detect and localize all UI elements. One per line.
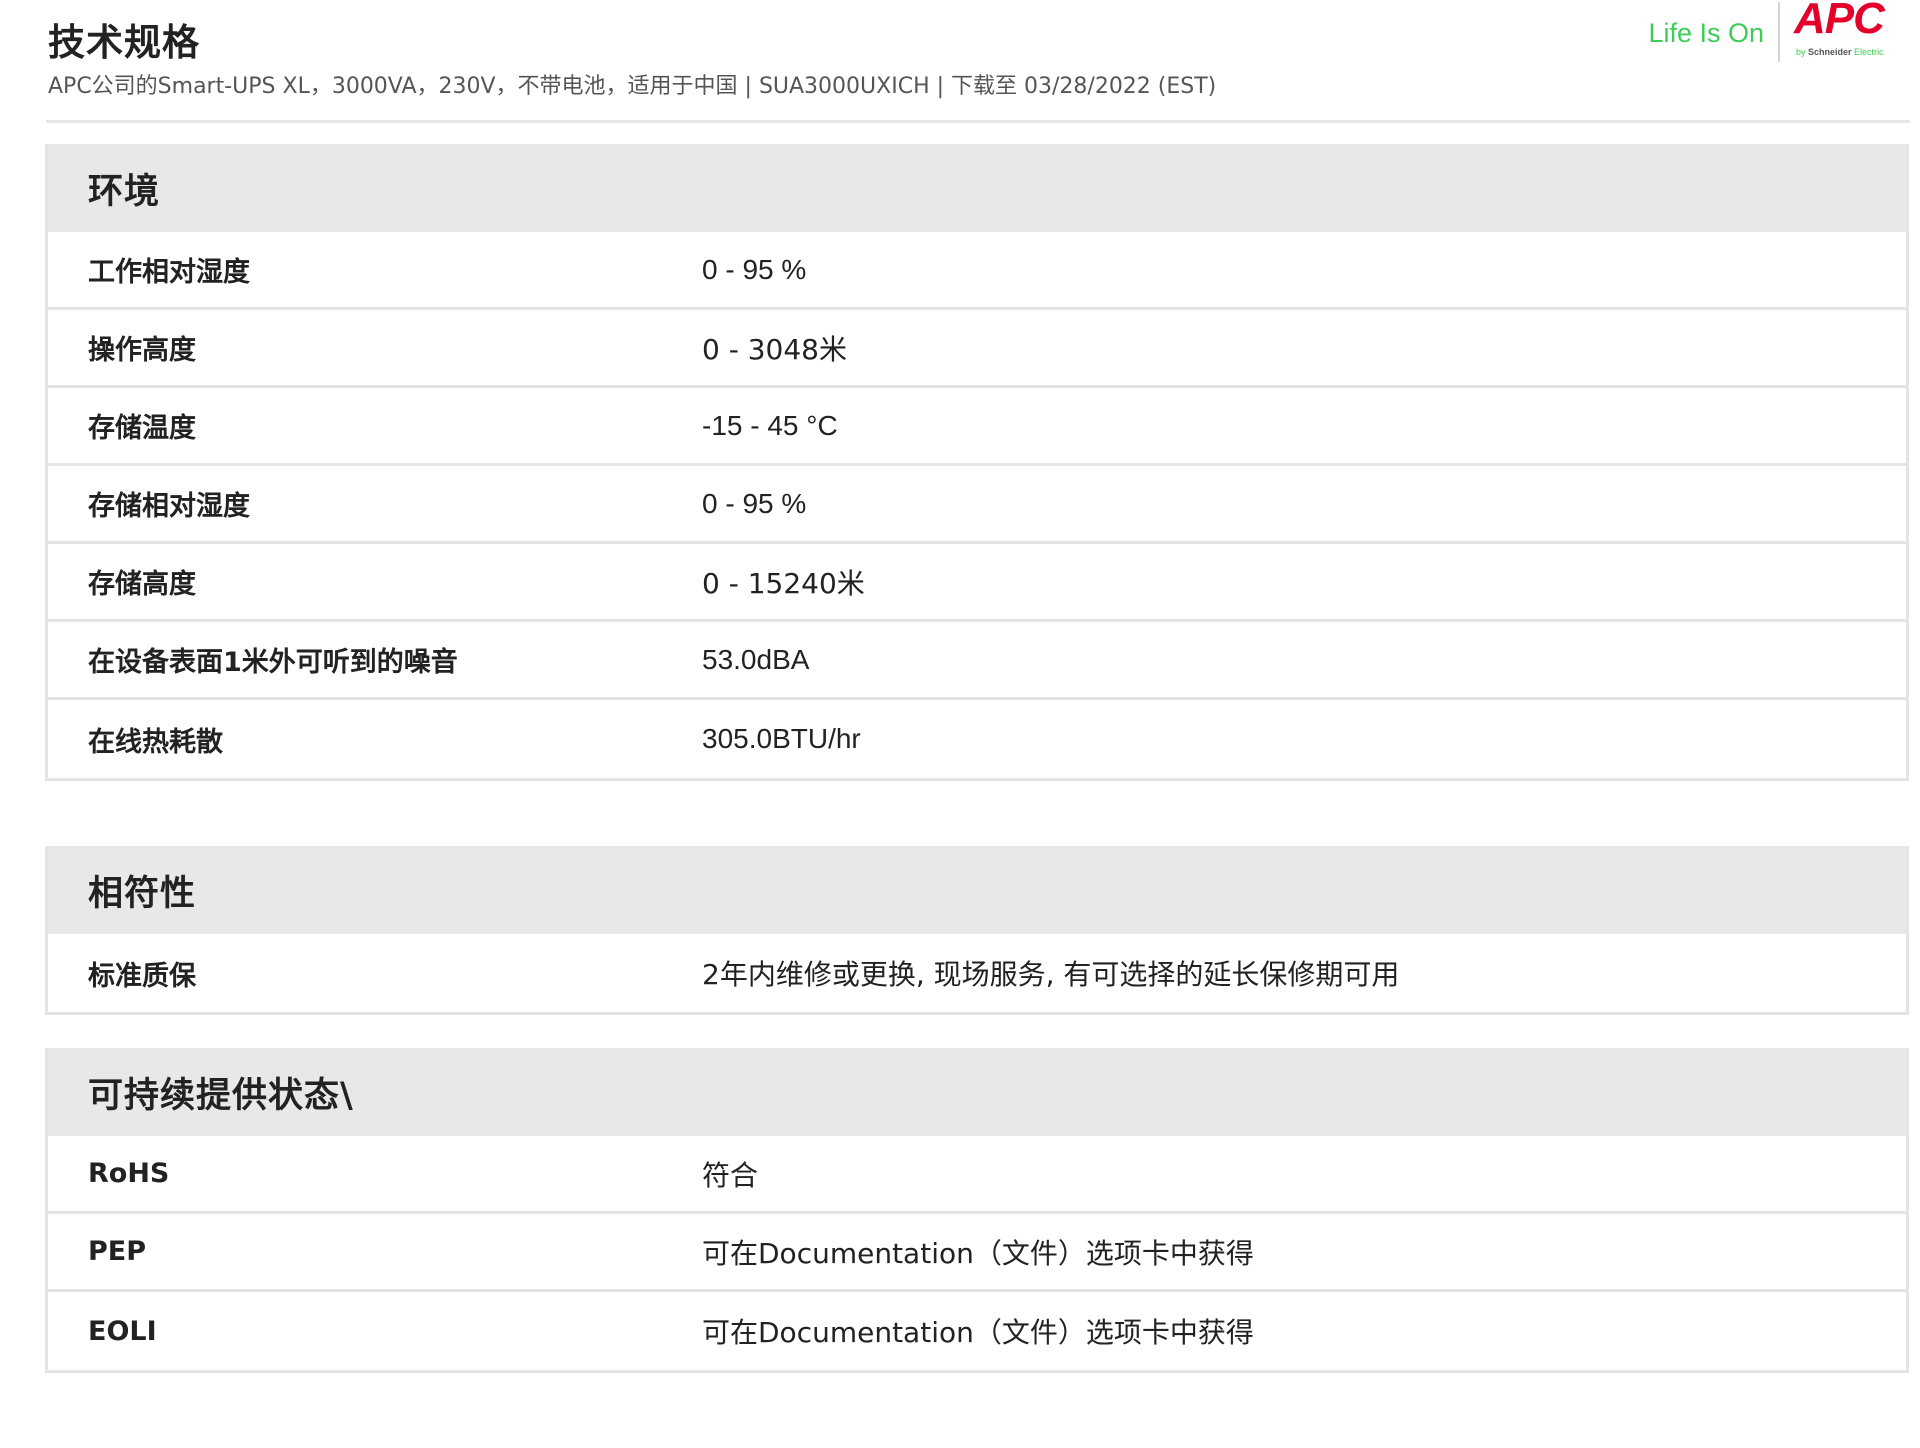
spec-label: 工作相对湿度 [88, 257, 250, 288]
spec-value: 0 - 95 % [702, 487, 807, 519]
spec-value: 可在Documentation（文件）选项卡中获得 [702, 1236, 1254, 1270]
table-row: RoHS 符合 [48, 1136, 1906, 1214]
table-row: 存储相对湿度 0 - 95 % [48, 466, 1906, 544]
spec-label: 标准质保 [88, 960, 196, 992]
spec-label: 存储相对湿度 [88, 491, 250, 522]
document-header: 技术规格 APC公司的Smart-UPS XL，3000VA，230V，不带电池… [46, 0, 1910, 123]
table-row: 标准质保 2年内维修或更换, 现场服务, 有可选择的延长保修期可用 [48, 934, 1906, 1012]
spec-value: 0 - 95 % [702, 253, 807, 285]
table-row: 存储温度 -15 - 45 °C [48, 388, 1906, 466]
spec-sheet-page: 技术规格 APC公司的Smart-UPS XL，3000VA，230V，不带电池… [0, 0, 1920, 1448]
brand-tagline: Life Is On [1648, 18, 1764, 48]
logo-sub-prefix: by [1796, 47, 1809, 57]
brand-divider [1778, 2, 1780, 62]
brand-block: Life Is On APC by Schneider Electric [1648, 0, 1910, 66]
section-title: 可持续提供状态\ [48, 1048, 1906, 1136]
page-title: 技术规格 [48, 21, 200, 64]
spec-value: 可在Documentation（文件）选项卡中获得 [702, 1316, 1254, 1349]
spec-value: 305.0BTU/hr [702, 723, 861, 754]
spec-label: 在线热耗散 [88, 726, 223, 758]
spec-value: 2年内维修或更换, 现场服务, 有可选择的延长保修期可用 [702, 958, 1400, 991]
table-row: 工作相对湿度 0 - 95 % [48, 232, 1906, 310]
spec-value: 53.0dBA [702, 643, 810, 675]
spec-value: 符合 [702, 1158, 759, 1192]
logo-sub-company: Schneider [1808, 47, 1852, 57]
spec-label: PEP [88, 1236, 147, 1267]
section-title: 相符性 [48, 846, 1906, 934]
spec-label: EOLI [88, 1315, 157, 1347]
page-subtitle: APC公司的Smart-UPS XL，3000VA，230V，不带电池，适用于中… [48, 74, 1217, 99]
logo-sub-suffix: Electric [1851, 47, 1884, 57]
table-row: 在线热耗散 305.0BTU/hr [48, 700, 1906, 778]
section-sustainability: 可持续提供状态\ RoHS 符合 PEP 可在Documentation（文件）… [45, 1048, 1909, 1373]
spec-label: 在设备表面1米外可听到的噪音 [88, 647, 458, 678]
apc-logo-subtitle: by Schneider Electric [1796, 47, 1884, 57]
table-row: PEP 可在Documentation（文件）选项卡中获得 [48, 1214, 1906, 1292]
spec-label: 存储高度 [88, 569, 196, 600]
section-compliance: 相符性 标准质保 2年内维修或更换, 现场服务, 有可选择的延长保修期可用 [45, 846, 1909, 1015]
section-title: 环境 [48, 144, 1906, 232]
spec-value: 0 - 15240米 [702, 566, 865, 600]
table-row: EOLI 可在Documentation（文件）选项卡中获得 [48, 1292, 1906, 1370]
apc-logo: APC by Schneider Electric [1794, 0, 1910, 62]
spec-value: 0 - 3048米 [702, 332, 847, 366]
spec-label: 操作高度 [88, 335, 196, 366]
table-row: 操作高度 0 - 3048米 [48, 310, 1906, 388]
spec-label: 存储温度 [88, 413, 196, 444]
spec-value: -15 - 45 °C [702, 409, 838, 441]
table-row: 存储高度 0 - 15240米 [48, 544, 1906, 622]
apc-logo-word: APC [1794, 0, 1885, 43]
section-environment: 环境 工作相对湿度 0 - 95 % 操作高度 0 - 3048米 存储温度 -… [45, 144, 1909, 781]
table-row: 在设备表面1米外可听到的噪音 53.0dBA [48, 622, 1906, 700]
spec-label: RoHS [88, 1158, 170, 1189]
